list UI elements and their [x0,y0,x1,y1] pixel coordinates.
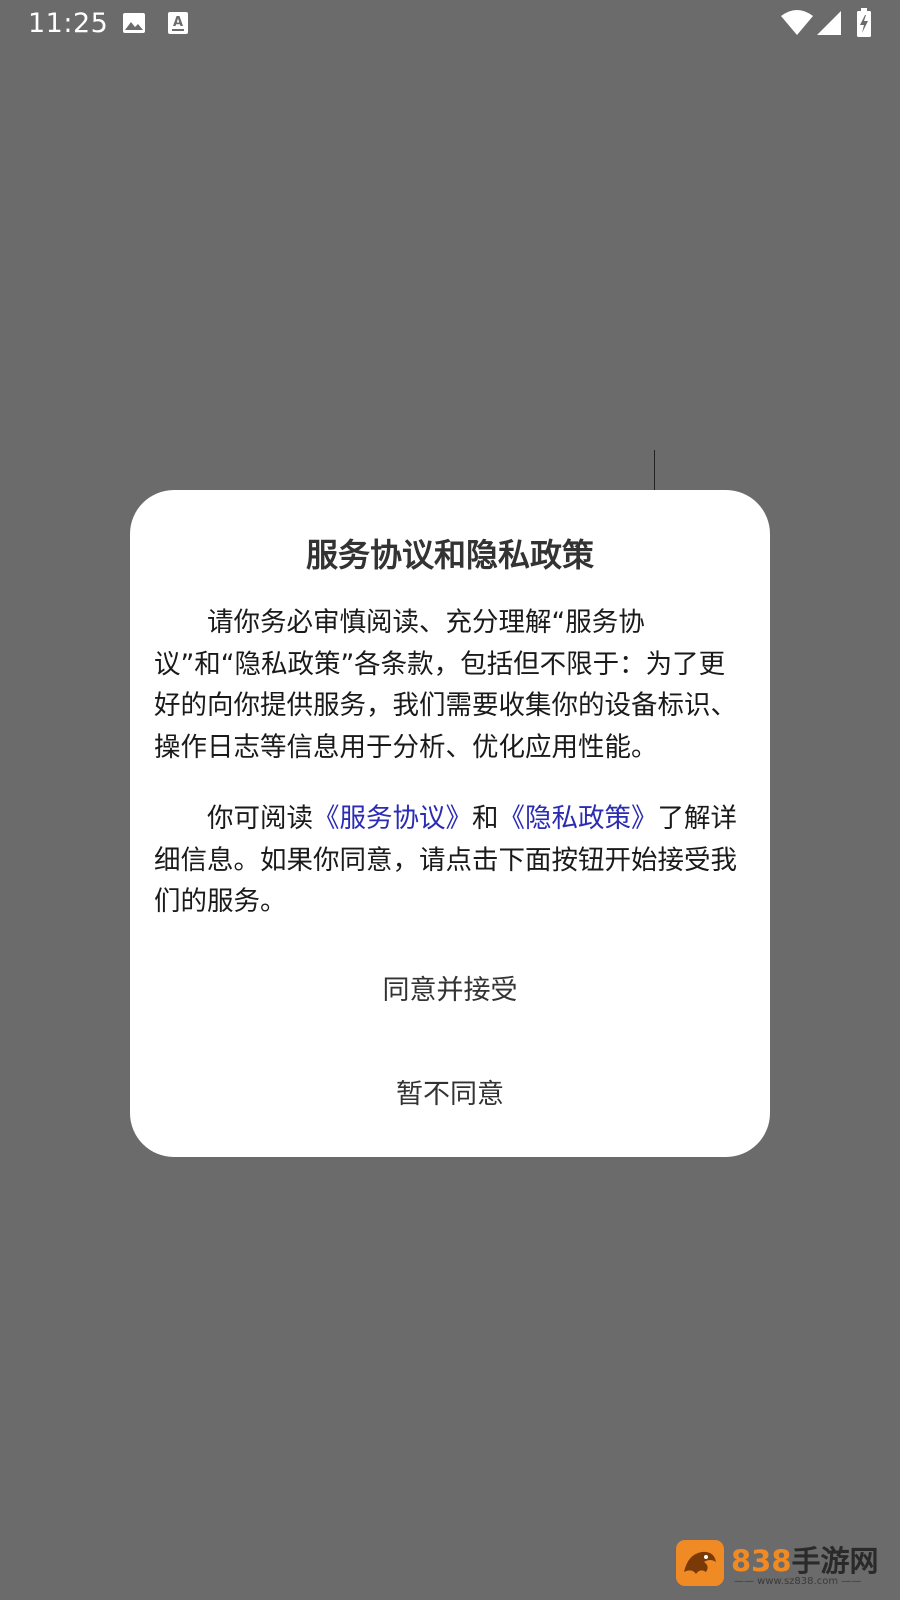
dragon-logo-icon [676,1540,724,1586]
dialog-title: 服务协议和隐私政策 [305,536,594,574]
service-agreement-link[interactable]: 《服务协议》 [313,803,472,834]
battery-charging-icon [857,8,871,37]
privacy-dialog: 服务协议和隐私政策 请你务必审慎阅读、充分理解“服务协议”和“隐私政策”各条款，… [130,490,770,1157]
and-text: 和 [472,803,499,834]
agree-button[interactable]: 同意并接受 [130,968,770,1007]
read-more-paragraph: 你可阅读《服务协议》和《隐私政策》了解详细信息。如果你同意，请点击下面按钮开始接… [154,798,746,923]
status-bar: 11:25 A [0,0,900,50]
watermark: 838手游网 —— www.sz838.com —— [676,1536,891,1592]
watermark-number: 838 [731,1544,792,1578]
read-prefix: 你可阅读 [207,803,313,834]
text-cursor [654,450,655,490]
font-download-icon: A [168,12,188,34]
dialog-body: 请你务必审慎阅读、充分理解“服务协议”和“隐私政策”各条款，包括但不限于：为了更… [154,602,746,923]
decline-button[interactable]: 暂不同意 [130,1072,770,1111]
wifi-icon [781,10,813,35]
image-icon [123,13,145,33]
watermark-brand: 838手游网 [731,1538,879,1580]
watermark-url: —— www.sz838.com —— [734,1576,862,1587]
privacy-policy-link[interactable]: 《隐私政策》 [499,803,658,834]
watermark-cn: 手游网 [791,1544,879,1578]
signal-icon [817,11,841,35]
status-time: 11:25 [28,8,109,39]
agreement-paragraph: 请你务必审慎阅读、充分理解“服务协议”和“隐私政策”各条款，包括但不限于：为了更… [154,607,737,763]
svg-text:A: A [173,15,183,30]
